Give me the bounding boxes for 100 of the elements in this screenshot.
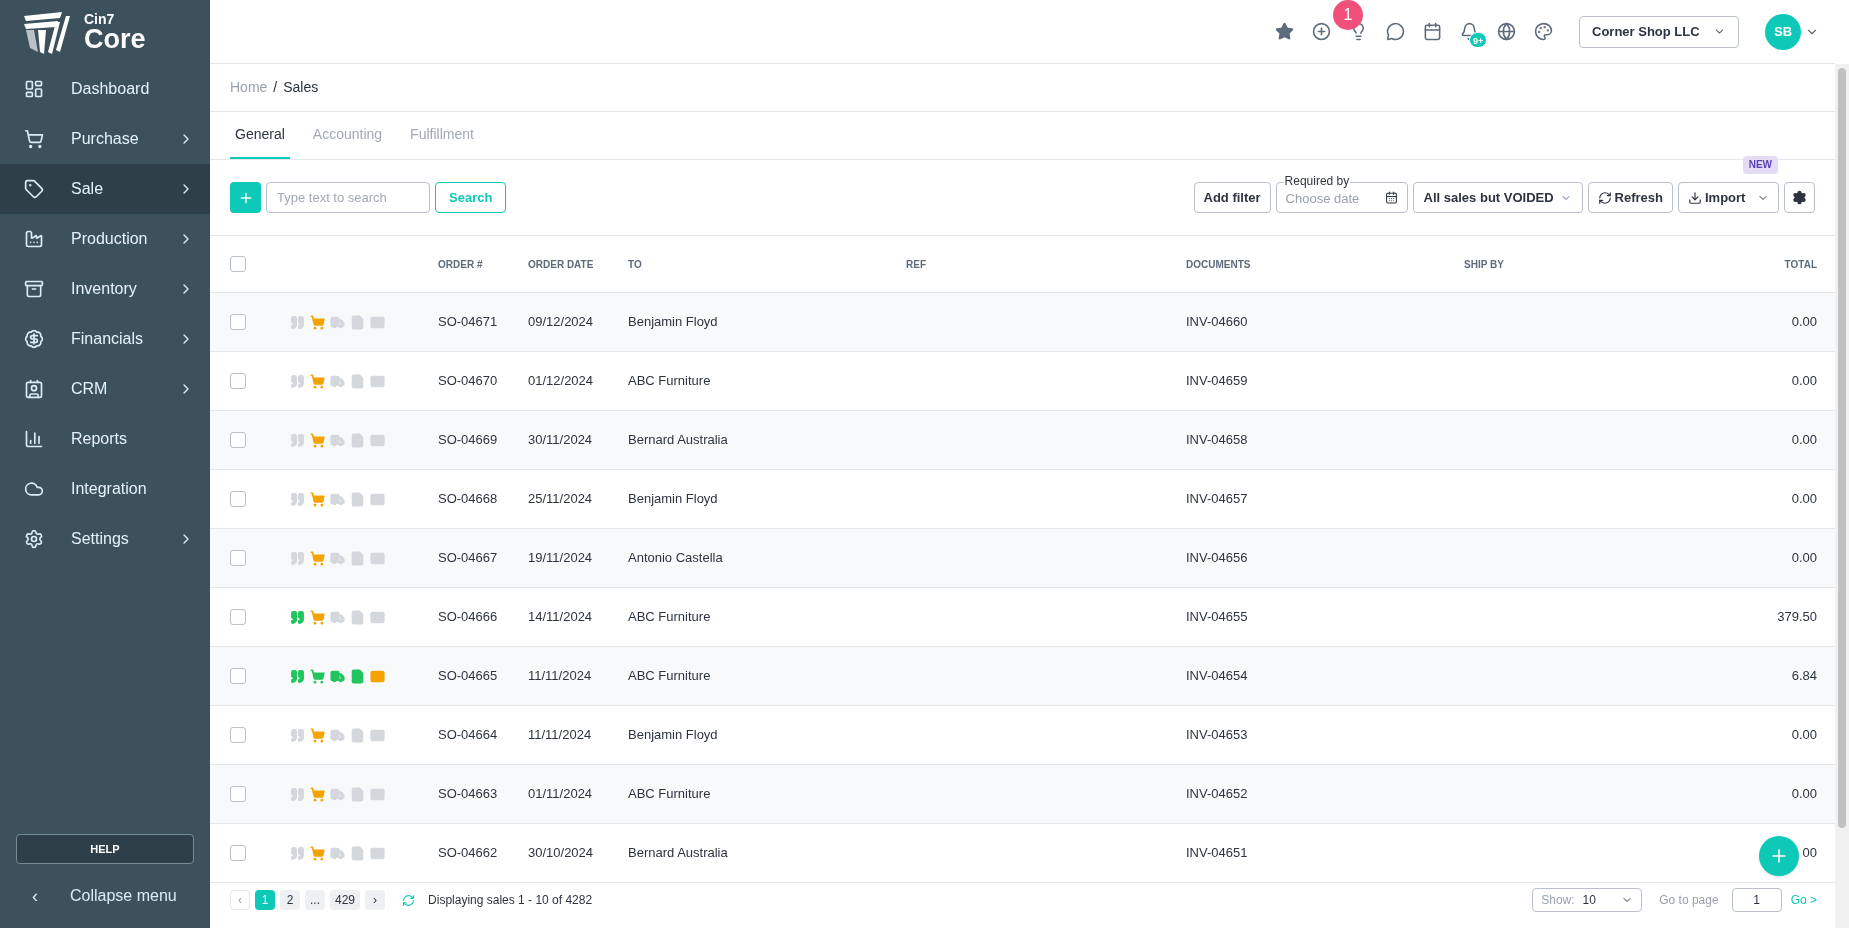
order-number[interactable]: SO-04669 (438, 430, 528, 450)
cart-icon[interactable] (310, 314, 325, 330)
document-icon[interactable] (350, 727, 365, 743)
sidebar-item[interactable]: Dashboard (0, 64, 210, 114)
order-number[interactable]: SO-04662 (438, 843, 528, 863)
truck-icon[interactable] (330, 786, 345, 802)
sidebar-item[interactable]: Integration (0, 464, 210, 514)
document-icon[interactable] (350, 609, 365, 625)
quote-icon[interactable] (290, 609, 305, 625)
company-select[interactable]: Corner Shop LLC (1579, 15, 1739, 48)
help-button[interactable]: HELP (16, 834, 194, 864)
add-filter-button[interactable]: Add filter (1193, 182, 1271, 213)
quote-icon[interactable] (290, 314, 305, 330)
sidebar-item[interactable]: Reports (0, 414, 210, 464)
page-button[interactable]: 429 (330, 890, 361, 910)
cart-icon[interactable] (310, 373, 325, 389)
row-checkbox[interactable] (230, 491, 246, 507)
quote-icon[interactable] (290, 432, 305, 448)
cart-icon[interactable] (310, 668, 325, 684)
document-icon[interactable] (350, 668, 365, 684)
refresh-icon[interactable] (402, 893, 416, 907)
collapse-menu-button[interactable]: ‹ Collapse menu (0, 864, 210, 928)
status-filter-select[interactable]: All sales but VOIDED (1412, 182, 1583, 213)
cart-icon[interactable] (310, 786, 325, 802)
add-button[interactable] (230, 182, 261, 213)
sidebar-item[interactable]: Production (0, 214, 210, 264)
document-icon[interactable] (350, 550, 365, 566)
truck-icon[interactable] (330, 550, 345, 566)
column-header[interactable]: TO (628, 256, 906, 272)
search-field[interactable]: Type text to search (266, 182, 430, 213)
scrollbar-thumb[interactable] (1838, 68, 1846, 828)
truck-icon[interactable] (330, 491, 345, 507)
order-number[interactable]: SO-04670 (438, 371, 528, 391)
quote-icon[interactable] (290, 668, 305, 684)
column-header[interactable]: ORDER DATE (528, 256, 628, 272)
select-all-checkbox[interactable] (230, 256, 246, 272)
next-page-button[interactable]: › (365, 890, 386, 910)
quote-icon[interactable] (290, 727, 305, 743)
document-icon[interactable] (350, 373, 365, 389)
row-checkbox[interactable] (230, 845, 246, 861)
row-checkbox[interactable] (230, 668, 246, 684)
calendar-icon[interactable] (1423, 22, 1442, 41)
sidebar-item[interactable]: Settings (0, 514, 210, 564)
cart-icon[interactable] (310, 727, 325, 743)
truck-icon[interactable] (330, 432, 345, 448)
page-size-select[interactable]: Show: 10 (1532, 888, 1643, 912)
page-number-field[interactable]: 1 (1731, 888, 1782, 912)
order-number[interactable]: SO-04664 (438, 725, 528, 745)
quote-icon[interactable] (290, 786, 305, 802)
column-header[interactable]: ORDER # (438, 256, 528, 272)
truck-icon[interactable] (330, 373, 345, 389)
order-number[interactable]: SO-04666 (438, 607, 528, 627)
sidebar-item[interactable]: Inventory (0, 264, 210, 314)
order-number[interactable]: SO-04671 (438, 312, 528, 332)
truck-icon[interactable] (330, 314, 345, 330)
cart-icon[interactable] (310, 491, 325, 507)
tab[interactable]: General (230, 112, 290, 159)
cart-icon[interactable] (310, 550, 325, 566)
document-icon[interactable] (350, 491, 365, 507)
document-icon[interactable] (350, 786, 365, 802)
column-header[interactable]: SHIP BY (1464, 256, 1504, 272)
page-button[interactable]: ... (305, 890, 325, 910)
sidebar-item[interactable]: CRM (0, 364, 210, 414)
column-header[interactable]: DOCUMENTS (1186, 256, 1464, 272)
settings-button[interactable] (1784, 182, 1815, 213)
truck-icon[interactable] (330, 727, 345, 743)
globe-icon[interactable] (1497, 22, 1516, 41)
row-checkbox[interactable] (230, 432, 246, 448)
row-checkbox[interactable] (230, 550, 246, 566)
add-icon[interactable] (1312, 22, 1331, 41)
import-button[interactable]: Import (1678, 182, 1779, 213)
palette-icon[interactable] (1534, 22, 1553, 41)
document-icon[interactable] (350, 845, 365, 861)
sidebar-item[interactable]: Financials (0, 314, 210, 364)
chat-icon[interactable] (1386, 22, 1405, 41)
page-button[interactable]: 2 (280, 890, 300, 910)
truck-icon[interactable] (330, 609, 345, 625)
order-number[interactable]: SO-04667 (438, 548, 528, 568)
document-icon[interactable] (350, 432, 365, 448)
order-number[interactable]: SO-04665 (438, 666, 528, 686)
row-checkbox[interactable] (230, 727, 246, 743)
row-checkbox[interactable] (230, 373, 246, 389)
truck-icon[interactable] (330, 668, 345, 684)
column-header[interactable]: TOTAL (1784, 256, 1817, 272)
cart-icon[interactable] (310, 609, 325, 625)
cart-icon[interactable] (310, 432, 325, 448)
column-header[interactable]: REF (906, 256, 1186, 272)
document-icon[interactable] (350, 314, 365, 330)
sidebar-item[interactable]: Purchase (0, 114, 210, 164)
quote-icon[interactable] (290, 550, 305, 566)
refresh-button[interactable]: Refresh (1587, 182, 1673, 213)
order-number[interactable]: SO-04663 (438, 784, 528, 804)
sidebar-item[interactable]: Sale (0, 164, 210, 214)
order-number[interactable]: SO-04668 (438, 489, 528, 509)
row-checkbox[interactable] (230, 609, 246, 625)
star-icon[interactable] (1275, 22, 1294, 41)
row-checkbox[interactable] (230, 786, 246, 802)
quote-icon[interactable] (290, 373, 305, 389)
quote-icon[interactable] (290, 845, 305, 861)
quote-icon[interactable] (290, 491, 305, 507)
